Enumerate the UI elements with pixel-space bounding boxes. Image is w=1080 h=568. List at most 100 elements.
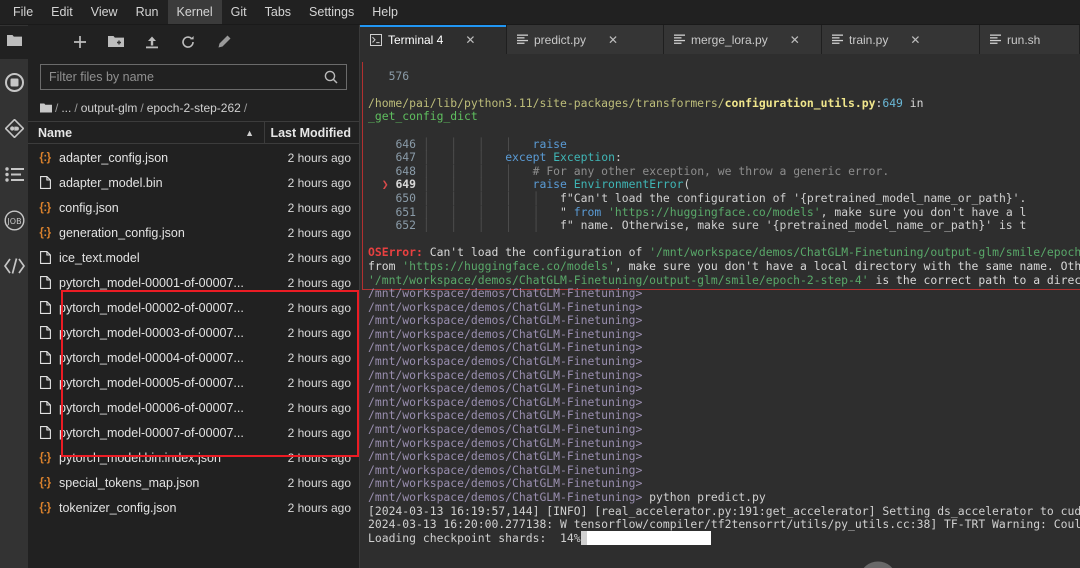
search-icon <box>324 70 346 84</box>
new-launcher-button[interactable] <box>62 28 98 56</box>
table-row[interactable]: pytorch_model-00003-of-00007... 2 hours a… <box>28 320 359 345</box>
file-modified-cell: 2 hours ago <box>287 500 351 515</box>
sidebar-item-extensions[interactable] <box>0 243 28 289</box>
breadcrumb-item[interactable]: ... <box>61 101 71 115</box>
menu-item-kernel[interactable]: Kernel <box>167 0 222 24</box>
table-row[interactable]: {:} special_tokens_map.json 2 hours ago <box>28 470 359 495</box>
table-row[interactable]: {:} generation_config.json 2 hours ago <box>28 220 359 245</box>
file-modified-cell: 2 hours ago <box>287 300 351 315</box>
watermark-overlay: 公众号 阿郎小哥的随笔驿站 <box>860 554 1080 568</box>
jupyterlab-window: File Edit View Run Kernel Git Tabs Settings Help <box>0 0 1080 568</box>
file-name-label: tokenizer_config.json <box>59 500 177 515</box>
column-label-last-modified: Last Modified <box>270 125 351 140</box>
close-icon[interactable]: ✕ <box>790 33 800 47</box>
tab-label: merge_lora.py <box>691 32 768 47</box>
search-input[interactable] <box>41 70 324 84</box>
upload-button[interactable] <box>134 28 170 56</box>
file-name-cell: {:} config.json <box>38 201 264 215</box>
table-row[interactable]: pytorch_model-00005-of-00007... 2 hours a… <box>28 370 359 395</box>
sidebar-item-commands[interactable] <box>0 151 28 197</box>
tab-label: predict.py <box>534 32 587 47</box>
new-folder-button[interactable] <box>98 28 134 56</box>
column-header-last-modified[interactable]: Last Modified <box>264 122 359 143</box>
breadcrumb-item[interactable]: epoch-2-step-262 <box>147 101 241 115</box>
file-modified-cell: 2 hours ago <box>287 275 351 290</box>
close-icon[interactable]: ✕ <box>608 33 618 47</box>
activity-bar: JOB <box>0 25 28 568</box>
file-name-cell: {:} tokenizer_config.json <box>38 501 264 515</box>
tab-predict-py[interactable]: predict.py ✕ <box>507 25 664 54</box>
file-name-cell: pytorch_model-00002-of-00007... <box>38 301 264 315</box>
json-file-icon: {:} <box>39 226 51 239</box>
running-terminals-icon <box>4 72 24 92</box>
file-modified-cell: 2 hours ago <box>287 425 351 440</box>
tab-label: Terminal 4 <box>388 32 444 47</box>
terminal-panel[interactable]: 576/home/pai/lib/python3.11/site-package… <box>360 54 1080 568</box>
refresh-button[interactable] <box>170 28 206 56</box>
file-list[interactable]: {:} adapter_config.json 2 hours ago adapter… <box>28 144 359 568</box>
menu-item-help[interactable]: Help <box>363 0 407 24</box>
tab-merge-lora-py[interactable]: merge_lora.py ✕ <box>664 25 822 54</box>
table-row[interactable]: {:} adapter_config.json 2 hours ago <box>28 145 359 170</box>
file-name-cell: adapter_model.bin <box>38 176 264 190</box>
file-name-label: generation_config.json <box>59 225 185 240</box>
table-row[interactable]: pytorch_model-00004-of-00007... 2 hours a… <box>28 345 359 370</box>
table-row[interactable]: ice_text.model 2 hours ago <box>28 245 359 270</box>
file-name-label: pytorch_model-00006-of-00007... <box>59 400 244 415</box>
terminal-icon <box>370 33 382 46</box>
sidebar-item-file-browser[interactable] <box>0 26 28 59</box>
table-row[interactable]: {:} config.json 2 hours ago <box>28 195 359 220</box>
breadcrumb[interactable]: /... / output-glm / epoch-2-step-262/ <box>28 98 359 121</box>
table-row[interactable]: pytorch_model-00007-of-00007... 2 hours a… <box>28 420 359 445</box>
sidebar-item-job[interactable]: JOB <box>0 197 28 243</box>
file-name-label: pytorch_model-00005-of-00007... <box>59 375 244 390</box>
generic-file-icon <box>38 326 52 339</box>
menu-bar: File Edit View Run Kernel Git Tabs Settings Help <box>0 0 1080 25</box>
table-row[interactable]: pytorch_model-00001-of-00007... 2 hours a… <box>28 270 359 295</box>
terminal-left-gutter <box>360 54 368 568</box>
generic-file-icon <box>38 176 52 189</box>
breadcrumb-item[interactable]: output-glm <box>81 101 138 115</box>
tab-label: train.py <box>849 32 889 47</box>
menu-item-file[interactable]: File <box>4 0 42 24</box>
menu-item-settings[interactable]: Settings <box>300 0 363 24</box>
file-name-cell: pytorch_model-00003-of-00007... <box>38 326 264 340</box>
generic-file-icon <box>38 426 52 439</box>
tab-label: run.sh <box>1007 32 1041 47</box>
tab-terminal-4[interactable]: Terminal 4 ✕ <box>360 25 507 54</box>
breadcrumb-separator: / <box>243 101 248 115</box>
main-body: JOB Filter files by name / ... / output-… <box>0 25 1080 568</box>
table-row[interactable]: adapter_model.bin 2 hours ago <box>28 170 359 195</box>
sidebar-item-running-terminals[interactable] <box>0 59 28 105</box>
json-file-icon: {:} <box>39 501 51 514</box>
close-icon[interactable]: ✕ <box>465 33 475 47</box>
new-file-button[interactable] <box>206 28 242 56</box>
menu-item-run[interactable]: Run <box>127 0 168 24</box>
file-modified-cell: 2 hours ago <box>287 450 351 465</box>
breadcrumb-folder-icon[interactable] <box>40 103 52 113</box>
file-modified-cell: 2 hours ago <box>287 250 351 265</box>
job-icon: JOB <box>3 209 25 231</box>
column-header-name[interactable]: Name ▲ <box>28 126 264 140</box>
tab-run-sh[interactable]: run.sh <box>980 25 1080 54</box>
python-file-icon <box>517 34 528 46</box>
table-row[interactable]: pytorch_model-00002-of-00007... 2 hours a… <box>28 295 359 320</box>
table-row[interactable]: {:} tokenizer_config.json 2 hours ago <box>28 495 359 520</box>
file-name-label: adapter_model.bin <box>59 175 163 190</box>
table-row[interactable]: pytorch_model-00006-of-00007... 2 hours a… <box>28 395 359 420</box>
file-name-label: config.json <box>59 200 119 215</box>
terminal-output: 576/home/pai/lib/python3.11/site-package… <box>368 68 1080 545</box>
close-icon[interactable]: ✕ <box>910 33 920 47</box>
file-name-label: pytorch_model-00001-of-00007... <box>59 275 244 290</box>
menu-item-edit[interactable]: Edit <box>42 0 82 24</box>
filter-box[interactable] <box>40 64 347 90</box>
file-name-cell: pytorch_model-00001-of-00007... <box>38 276 264 290</box>
menu-item-tabs[interactable]: Tabs <box>256 0 300 24</box>
file-name-label: pytorch_model-00003-of-00007... <box>59 325 244 340</box>
menu-item-view[interactable]: View <box>82 0 127 24</box>
tab-train-py[interactable]: train.py ✕ <box>822 25 980 54</box>
menu-item-git[interactable]: Git <box>222 0 256 24</box>
sidebar-item-git[interactable] <box>0 105 28 151</box>
file-name-cell: ice_text.model <box>38 251 264 265</box>
table-row[interactable]: {:} pytorch_model.bin.index.json 2 hours a… <box>28 445 359 470</box>
